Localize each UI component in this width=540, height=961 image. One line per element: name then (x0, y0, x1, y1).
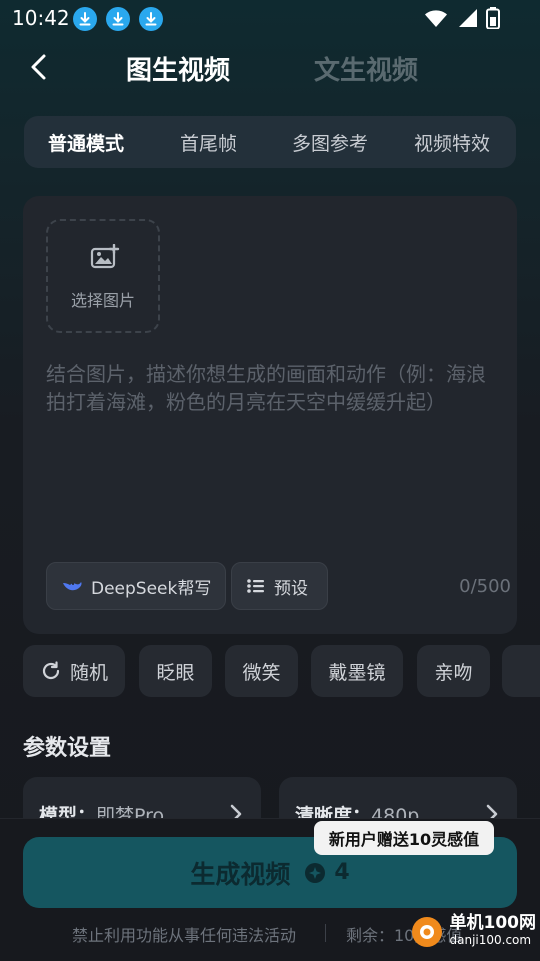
credit-icon (305, 862, 326, 883)
char-counter: 0/500 (459, 576, 511, 597)
tag-random[interactable]: 随机 (23, 645, 125, 697)
tag-more-partial[interactable] (502, 645, 540, 697)
tag-kiss[interactable]: 亲吻 (417, 645, 490, 697)
mode-multi-image[interactable]: 多图参考 (292, 129, 368, 156)
generate-cost-value: 4 (334, 860, 350, 885)
generate-video-label: 生成视频 (190, 859, 291, 889)
footer-divider (325, 924, 326, 942)
mode-normal[interactable]: 普通模式 (48, 129, 124, 156)
refresh-icon (42, 661, 60, 680)
preset-label: 预设 (274, 578, 308, 599)
watermark-url: danji100.com (449, 933, 532, 947)
deepseek-write-label: DeepSeek帮写 (91, 578, 212, 599)
wifi-icon (425, 10, 447, 27)
tab-text-to-video[interactable]: 文生视频 (314, 50, 418, 87)
add-image-icon (90, 243, 120, 274)
list-icon (247, 579, 264, 593)
signal-icon (459, 9, 477, 27)
tag-smile[interactable]: 微笑 (225, 645, 298, 697)
preset-button[interactable]: 预设 (231, 562, 328, 610)
deepseek-whale-icon (63, 582, 82, 591)
footer-notice: 禁止利用功能从事任何违法活动 (72, 926, 297, 945)
back-button[interactable] (26, 52, 54, 82)
watermark-brand: 单机100网 (449, 913, 537, 933)
tag-blink[interactable]: 眨眼 (139, 645, 212, 697)
tag-sunglasses[interactable]: 戴墨镜 (311, 645, 403, 697)
watermark: 单机100网 danji100.com (410, 913, 537, 949)
generate-cost: 4 (304, 860, 350, 885)
download-icon (73, 7, 97, 31)
params-title: 参数设置 (23, 736, 112, 761)
deepseek-write-button[interactable]: DeepSeek帮写 (46, 562, 227, 610)
status-time: 10:42 (12, 6, 70, 30)
upload-image-button[interactable] (46, 219, 160, 333)
upload-image-label: 选择图片 (70, 291, 135, 310)
download-icon (139, 7, 163, 31)
watermark-logo-icon (411, 917, 442, 947)
battery-icon (486, 7, 500, 29)
tab-image-to-video[interactable]: 图生视频 (126, 50, 230, 87)
chevron-left-icon (31, 54, 46, 80)
mode-first-last-frame[interactable]: 首尾帧 (180, 129, 237, 156)
prompt-input[interactable]: 结合图片，描述你想生成的画面和动作（例：海浪拍打着海滩，粉色的月亮在天空中缓缓升… (46, 360, 496, 416)
mode-video-effects[interactable]: 视频特效 (414, 129, 490, 156)
system-icons (424, 7, 500, 29)
new-user-tooltip: 新用户赠送10灵感值 (314, 821, 494, 855)
tag-label: 随机 (69, 661, 108, 684)
download-icon (106, 7, 130, 31)
